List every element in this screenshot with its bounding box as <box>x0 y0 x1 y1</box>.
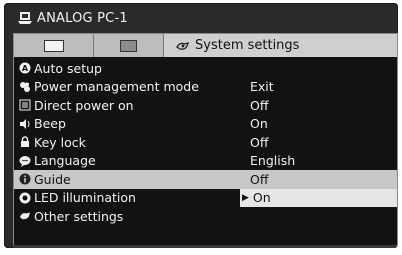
menu-item-label: Language <box>34 153 96 169</box>
menu-item-label: LED illumination <box>34 190 136 206</box>
menu-item-beep[interactable]: Beep On <box>14 115 397 134</box>
auto-setup-icon: A <box>19 62 31 74</box>
menu-item-value-cell: Off <box>240 170 397 189</box>
other-settings-icon <box>19 210 31 222</box>
power-management-icon <box>19 81 31 93</box>
tab-picture[interactable] <box>14 34 94 57</box>
beep-value: On <box>250 116 268 132</box>
menu-item-guide[interactable]: Guide Off <box>14 170 397 189</box>
speaker-icon <box>19 118 31 130</box>
lock-icon <box>19 136 31 148</box>
power-management-value: Exit <box>250 79 274 95</box>
menu-item-label: Direct power on <box>34 97 134 113</box>
projector-osd-frame: ANALOG PC-1 System settings A Auto setup… <box>4 3 398 248</box>
menu-panel: System settings A Auto setup Power manag… <box>13 33 398 246</box>
led-illumination-value: On <box>252 190 271 206</box>
direct-power-icon <box>19 99 31 111</box>
key-lock-value: Off <box>250 134 269 150</box>
pc-monitor-icon <box>16 11 34 25</box>
tab-bar: System settings <box>14 34 397 57</box>
direct-power-value: Off <box>250 97 269 113</box>
header: ANALOG PC-1 <box>16 8 128 28</box>
led-icon <box>19 192 31 204</box>
speech-bubble-icon <box>19 155 31 167</box>
menu-item-label: Auto setup <box>34 60 102 76</box>
input-source-title: ANALOG PC-1 <box>37 10 128 26</box>
menu-item-label: Key lock <box>34 134 86 150</box>
menu-item-label: Beep <box>34 116 66 132</box>
menu-item-power-management-mode[interactable]: Power management mode Exit <box>14 78 397 97</box>
menu-item-label: Power management mode <box>34 79 199 95</box>
menu-item-value-cell: English <box>240 152 397 171</box>
menu-item-auto-setup[interactable]: A Auto setup <box>14 59 397 78</box>
system-settings-icon <box>176 40 190 52</box>
menu-item-value-cell: Exit <box>240 78 397 97</box>
info-icon <box>19 173 31 185</box>
tab-system-settings-label: System settings <box>195 38 300 53</box>
language-value: English <box>250 153 296 169</box>
menu-item-value-cell: On <box>240 115 397 134</box>
tab-image[interactable] <box>94 34 164 57</box>
menu-item-label: Other settings <box>34 208 124 224</box>
menu-item-led-illumination[interactable]: LED illumination ▶ On <box>14 188 397 207</box>
menu-item-other-settings[interactable]: Other settings <box>14 207 397 226</box>
guide-value: Off <box>250 171 269 187</box>
menu-item-language[interactable]: Language English <box>14 152 397 171</box>
tab-system-settings[interactable]: System settings <box>164 34 397 57</box>
tab-grey-square-icon <box>120 39 137 52</box>
menu-item-value-cell: Off <box>240 96 397 115</box>
menu-item-value-cell: Off <box>240 133 397 152</box>
menu-item-direct-power-on[interactable]: Direct power on Off <box>14 96 397 115</box>
led-value-selector[interactable]: ▶ On <box>240 188 397 207</box>
svg-text:A: A <box>22 64 29 73</box>
settings-list: A Auto setup Power management mode Exit <box>14 59 397 226</box>
bottom-divider <box>13 245 396 248</box>
tab-white-square-icon <box>43 39 64 52</box>
play-arrow-icon: ▶ <box>242 192 249 203</box>
menu-item-label: Guide <box>34 171 71 187</box>
menu-item-key-lock[interactable]: Key lock Off <box>14 133 397 152</box>
